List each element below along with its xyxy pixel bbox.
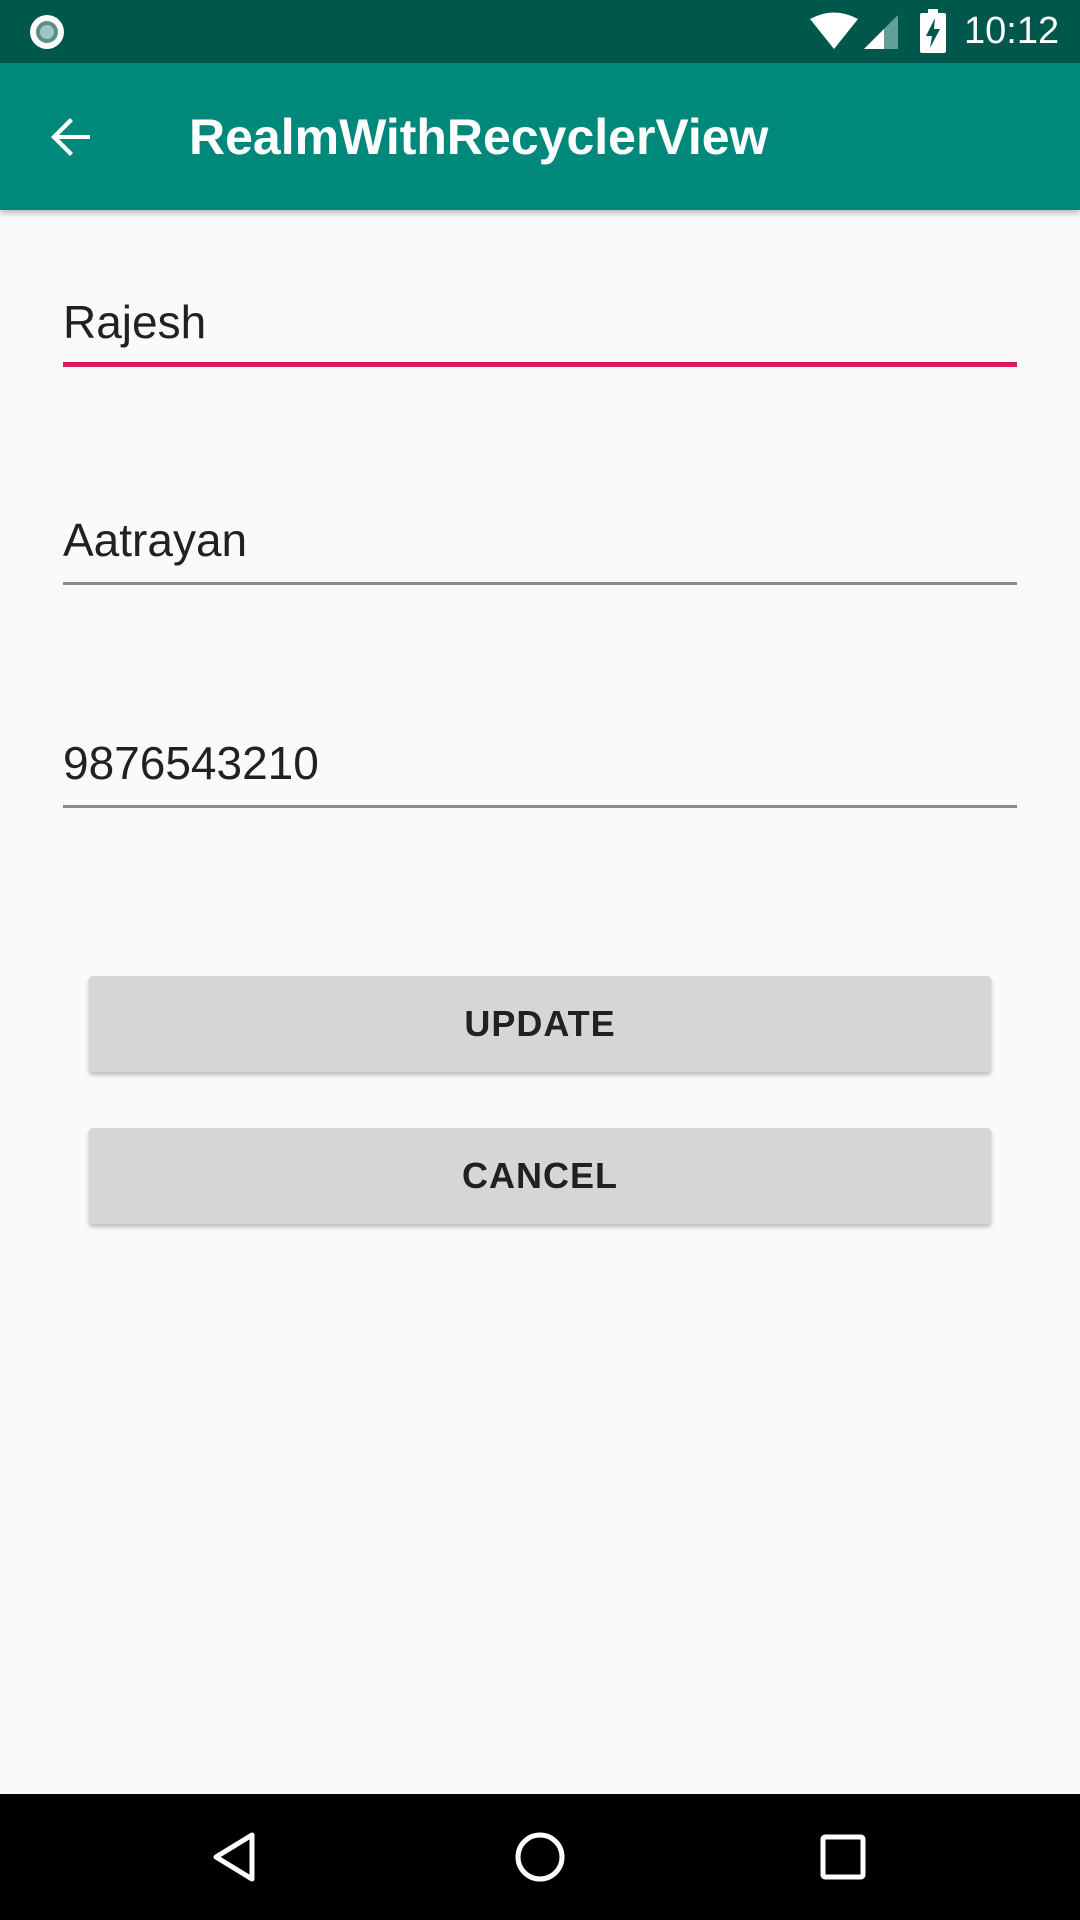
clock-time: 10:12: [964, 10, 1060, 52]
status-bar: 10:12: [0, 0, 1080, 63]
last-name-field[interactable]: [63, 505, 1017, 585]
first-name-field[interactable]: [63, 287, 1017, 367]
nav-back-icon[interactable]: [206, 1827, 266, 1887]
nav-home-icon[interactable]: [510, 1827, 570, 1887]
phone-input[interactable]: [63, 728, 1017, 798]
update-button[interactable]: UPDATE: [89, 976, 991, 1072]
phone-field[interactable]: [63, 728, 1017, 808]
edit-contact-screen: 10:12 RealmWithRecyclerView UPDATE CANCE…: [0, 0, 1080, 1920]
battery-charging-icon: [920, 9, 946, 53]
last-name-input[interactable]: [63, 505, 1017, 575]
last-name-underline: [63, 582, 1017, 585]
nav-recents-icon[interactable]: [813, 1827, 873, 1887]
system-nav-bar: [0, 1794, 1080, 1920]
arrow-back-icon[interactable]: [44, 110, 98, 164]
wifi-icon: [810, 12, 858, 49]
notification-circle-icon: [30, 15, 64, 49]
app-bar: RealmWithRecyclerView: [0, 63, 1080, 210]
first-name-underline: [63, 362, 1017, 367]
phone-underline: [63, 805, 1017, 808]
cell-signal-icon: [864, 15, 898, 49]
cancel-button[interactable]: CANCEL: [89, 1128, 991, 1224]
first-name-input[interactable]: [63, 287, 1017, 357]
page-title: RealmWithRecyclerView: [189, 109, 769, 165]
